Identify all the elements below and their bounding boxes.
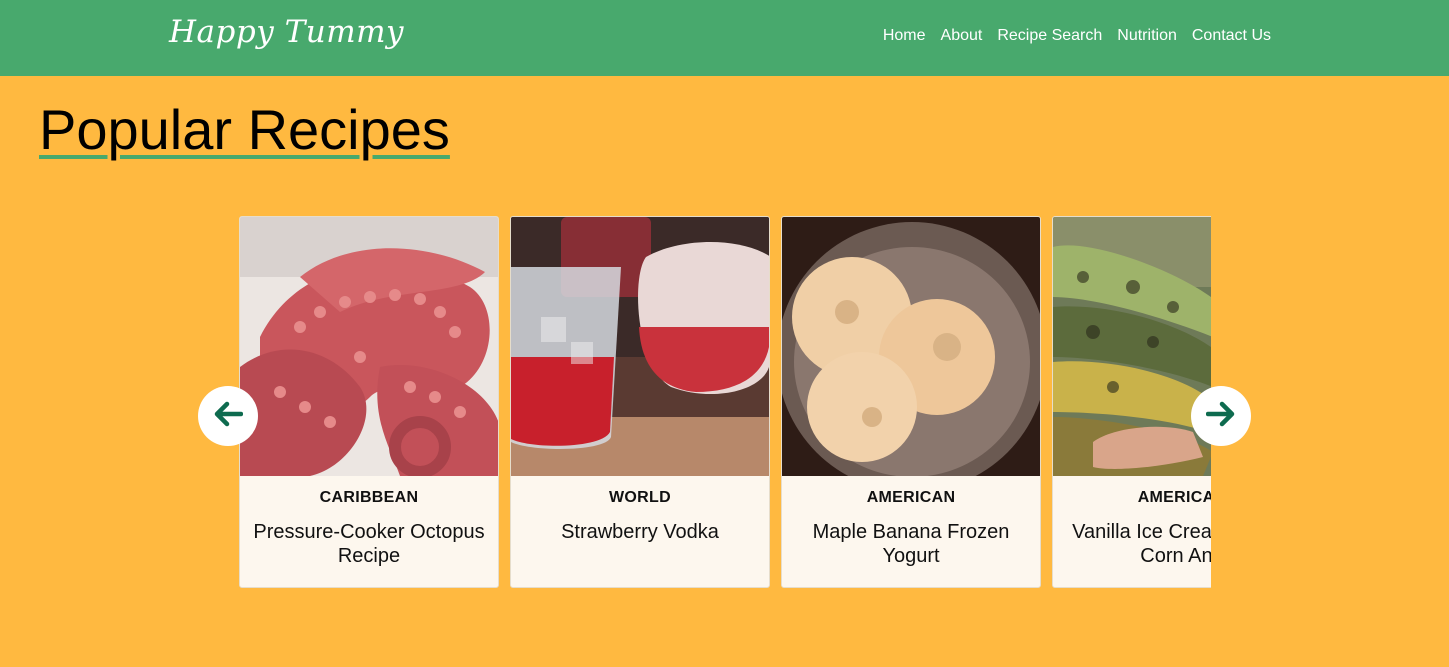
recipe-image-frozen-yogurt[interactable] — [782, 217, 1040, 476]
site-logo[interactable]: Happy Tummy — [169, 14, 404, 50]
recipe-image-octopus[interactable] — [240, 217, 498, 476]
arrow-left-icon — [213, 401, 244, 432]
arrow-right-icon — [1205, 401, 1236, 432]
recipe-title[interactable]: Vanilla Ice Cream Grilled Corn And — [1063, 520, 1211, 568]
recipe-card[interactable]: AMERICAN Maple Banana Frozen Yogurt — [781, 216, 1041, 588]
page-title: Popular Recipes — [39, 98, 450, 161]
nav-link-contact-us[interactable]: Contact Us — [1192, 27, 1271, 45]
nav-link-nutrition[interactable]: Nutrition — [1117, 27, 1177, 45]
recipe-cuisine: WORLD — [609, 489, 671, 506]
recipe-card[interactable]: CARIBBEAN Pressure-Cooker Octopus Recipe — [239, 216, 499, 588]
recipe-title[interactable]: Maple Banana Frozen Yogurt — [792, 520, 1030, 568]
nav-link-about[interactable]: About — [941, 27, 983, 45]
navbar: Happy Tummy Home About Recipe Search Nut… — [0, 0, 1449, 76]
recipe-card[interactable]: AMERICAN Vanilla Ice Cream Grilled Corn … — [1052, 216, 1211, 588]
nav-link-recipe-search[interactable]: Recipe Search — [997, 27, 1102, 45]
recipe-carousel: CARIBBEAN Pressure-Cooker Octopus Recipe — [239, 216, 1211, 588]
recipe-cuisine: AMERICAN — [866, 489, 956, 506]
carousel-track: CARIBBEAN Pressure-Cooker Octopus Recipe — [239, 216, 1211, 588]
nav-links: Home About Recipe Search Nutrition Conta… — [883, 27, 1271, 45]
recipe-title[interactable]: Pressure-Cooker Octopus Recipe — [250, 520, 488, 568]
carousel-next-button[interactable] — [1191, 386, 1251, 446]
recipe-cuisine: AMERICAN — [1137, 489, 1211, 506]
nav-link-home[interactable]: Home — [883, 27, 926, 45]
carousel-prev-button[interactable] — [198, 386, 258, 446]
recipe-cuisine: CARIBBEAN — [319, 489, 419, 506]
recipe-image-strawberry-vodka[interactable] — [511, 217, 769, 476]
recipe-title[interactable]: Strawberry Vodka — [521, 520, 759, 544]
recipe-card[interactable]: WORLD Strawberry Vodka — [510, 216, 770, 588]
recipe-image-grilled-corn[interactable] — [1053, 217, 1211, 476]
